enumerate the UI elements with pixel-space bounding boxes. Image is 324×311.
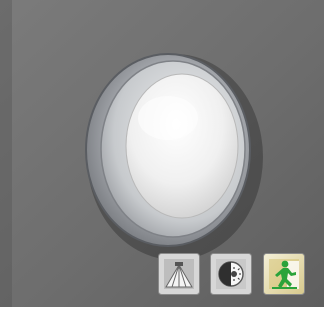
light-sensor-icon [210,253,252,295]
emergency-exit-badge [263,253,305,295]
motion-sensor-icon [158,253,200,295]
emergency-exit-icon [263,253,305,295]
light-sensor-badge [210,253,252,295]
motion-sensor-badge [158,253,200,295]
